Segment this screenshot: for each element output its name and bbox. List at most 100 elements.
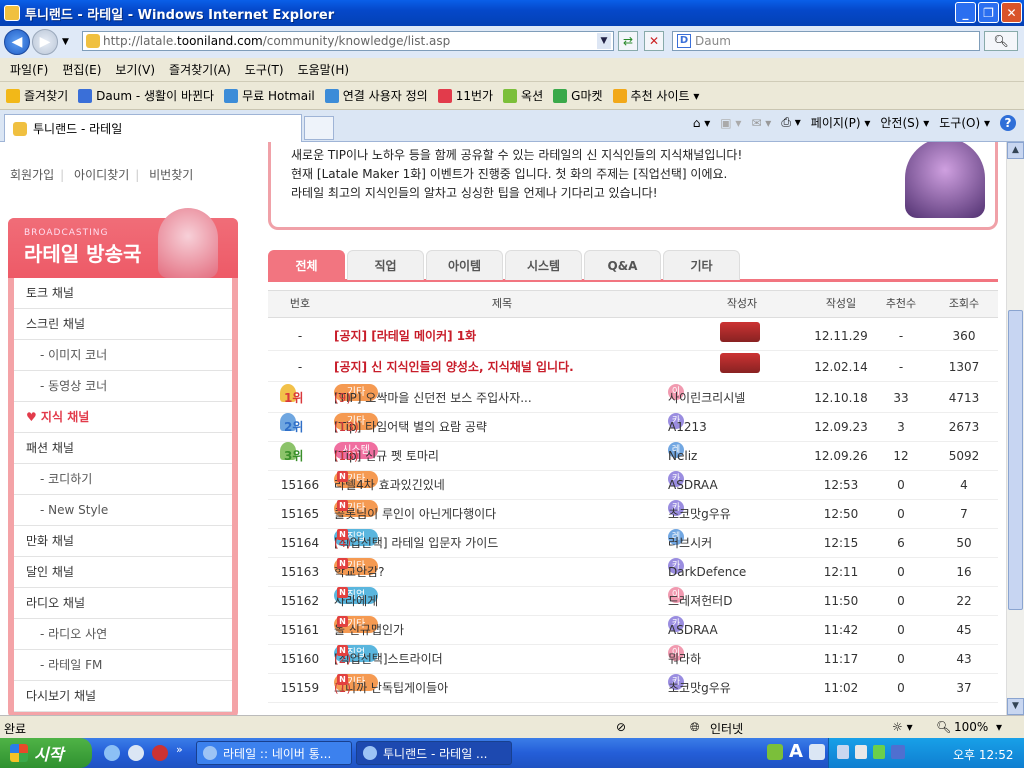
restore-button[interactable]: ❐ bbox=[978, 2, 999, 23]
sidebar-item-video-corner[interactable]: - 동영상 코너 bbox=[14, 371, 232, 402]
sidebar-item-comic[interactable]: 만화 채널 bbox=[14, 526, 232, 557]
zoom-icon[interactable]: 🔍︎ bbox=[936, 720, 951, 734]
fav-custom-links[interactable]: 연결 사용자 정의 bbox=[324, 87, 428, 104]
page-menu[interactable]: 페이지(P) ▾ bbox=[811, 114, 871, 131]
address-input[interactable]: http://latale. tooniland.com/community/kn… bbox=[82, 31, 614, 51]
rss-feed-icon[interactable]: ▣ ▾ bbox=[720, 116, 741, 130]
find-id-link[interactable]: 아이디찾기 bbox=[74, 168, 129, 182]
fav-auction[interactable]: 옥션 bbox=[503, 87, 543, 104]
forward-button[interactable]: ▶ bbox=[32, 29, 58, 55]
find-password-link[interactable]: 비번찾기 bbox=[149, 168, 193, 182]
zoom-dropdown-icon[interactable]: ▾ bbox=[996, 720, 1002, 734]
tab-job[interactable]: 직업 bbox=[347, 250, 424, 280]
notice-title-link[interactable]: [공지] [라테일 메이커] 1화 bbox=[334, 322, 714, 351]
author-name[interactable]: ASDRAA bbox=[668, 471, 718, 500]
sidebar-item-radio-story[interactable]: - 라디오 사연 bbox=[14, 619, 232, 650]
minimize-button[interactable]: _ bbox=[955, 2, 976, 23]
menu-favorites[interactable]: 즐겨찾기(A) bbox=[169, 61, 231, 78]
scroll-up-button[interactable]: ▲ bbox=[1007, 142, 1024, 159]
sidebar-item-image-corner[interactable]: - 이미지 코너 bbox=[14, 340, 232, 371]
scroll-thumb[interactable] bbox=[1008, 310, 1023, 610]
browser-tab-active[interactable]: 투니랜드 - 라테일 bbox=[4, 114, 302, 142]
sidebar-item-talk[interactable]: 토크 채널 bbox=[14, 278, 232, 309]
fav-daum[interactable]: Daum - 생활이 바뀐다 bbox=[78, 87, 214, 104]
quicklaunch-more-icon[interactable]: » bbox=[176, 743, 183, 756]
fav-11st[interactable]: 11번가 bbox=[437, 87, 493, 104]
post-title-link[interactable]: [직업선택] 라테일 입문자 가이드 bbox=[334, 529, 498, 558]
author-name[interactable]: 사이린크리시넬 bbox=[668, 384, 745, 413]
sidebar-item-latale-fm[interactable]: - 라테일 FM bbox=[14, 650, 232, 681]
menu-edit[interactable]: 편집(E) bbox=[62, 61, 101, 78]
favorites-center-button[interactable]: 즐겨찾기 bbox=[6, 87, 68, 104]
author-name[interactable]: Neliz bbox=[668, 442, 697, 471]
quicklaunch-media-icon[interactable] bbox=[128, 745, 144, 761]
taskbar-item-tooniland[interactable]: 투니랜드 - 라테일 ... bbox=[356, 741, 512, 765]
author-name[interactable]: 초코맛g우유 bbox=[668, 674, 731, 703]
menu-tools[interactable]: 도구(T) bbox=[245, 61, 284, 78]
author-name[interactable]: 드레져헌터D bbox=[668, 587, 732, 616]
close-window-button[interactable]: ✕ bbox=[1001, 2, 1022, 23]
menu-view[interactable]: 보기(V) bbox=[115, 61, 155, 78]
menu-help[interactable]: 도움말(H) bbox=[298, 61, 350, 78]
sidebar-item-fashion[interactable]: 패션 채널 bbox=[14, 433, 232, 464]
start-button[interactable]: 시작 bbox=[0, 738, 92, 768]
author-name[interactable]: DarkDefence bbox=[668, 558, 746, 587]
author-name[interactable]: A1213 bbox=[668, 413, 707, 442]
ime-options-icon[interactable] bbox=[809, 744, 825, 760]
address-dropdown-icon[interactable]: ▼ bbox=[597, 33, 611, 49]
sidebar-item-radio[interactable]: 라디오 채널 bbox=[14, 588, 232, 619]
network-icon[interactable] bbox=[837, 745, 849, 759]
new-tab-button[interactable] bbox=[304, 116, 334, 140]
sidebar-item-coordi[interactable]: - 코디하기 bbox=[14, 464, 232, 495]
back-button[interactable]: ◀ bbox=[4, 29, 30, 55]
tools-menu[interactable]: 도구(O) ▾ bbox=[939, 114, 990, 131]
scroll-down-button[interactable]: ▼ bbox=[1007, 698, 1024, 715]
post-title-link[interactable]: 라텔4차 효과있긴있네 bbox=[334, 471, 445, 500]
tab-system[interactable]: 시스템 bbox=[505, 250, 582, 280]
sidebar-item-master[interactable]: 달인 채널 bbox=[14, 557, 232, 588]
fav-gmarket[interactable]: G마켓 bbox=[553, 87, 603, 104]
volume-icon[interactable] bbox=[855, 745, 867, 759]
search-input[interactable]: D Daum bbox=[672, 31, 980, 51]
tray-app-icon[interactable] bbox=[891, 745, 905, 759]
author-name[interactable]: 뭐라하 bbox=[668, 645, 701, 674]
tray-lang-icon[interactable] bbox=[767, 744, 783, 760]
search-button[interactable]: 🔍︎ bbox=[984, 31, 1018, 51]
fav-suggested-sites[interactable]: 추천 사이트 ▾ bbox=[612, 87, 699, 104]
history-dropdown-icon[interactable]: ▼ bbox=[62, 37, 69, 47]
ime-indicator-icon[interactable]: A bbox=[789, 741, 803, 762]
fav-hotmail[interactable]: 무료 Hotmail bbox=[224, 87, 315, 104]
sidebar-item-replay[interactable]: 다시보기 채널 bbox=[14, 681, 232, 712]
refresh-button[interactable]: ⇄ bbox=[618, 31, 638, 51]
signup-link[interactable]: 회원가입 bbox=[10, 168, 54, 182]
post-title-link[interactable]: 콜롯님이 루인이 아닌게다행이다 bbox=[334, 500, 496, 529]
help-icon[interactable]: ? bbox=[1000, 114, 1016, 131]
menu-file[interactable]: 파일(F) bbox=[10, 61, 48, 78]
author-name[interactable]: 러브시커 bbox=[668, 529, 712, 558]
quicklaunch-ie-icon[interactable] bbox=[104, 745, 120, 761]
taskbar-item-naver[interactable]: 라테일 :: 네이버 통... bbox=[196, 741, 352, 765]
stop-button[interactable]: ✕ bbox=[644, 31, 664, 51]
vertical-scrollbar[interactable]: ▲ ▼ bbox=[1006, 142, 1024, 715]
notice-title-link[interactable]: [공지] 신 지식인들의 양성소, 지식채널 입니다. bbox=[334, 353, 714, 382]
post-title-link[interactable]: 그니까 난독팁게이들아 bbox=[334, 674, 448, 703]
tab-item[interactable]: 아이템 bbox=[426, 250, 503, 280]
post-title-link[interactable]: [TIP] 오싹마을 신던전 보스 주입사자... bbox=[334, 384, 532, 413]
tab-qna[interactable]: Q&A bbox=[584, 250, 661, 280]
print-icon[interactable]: ⎙ ▾ bbox=[781, 115, 800, 130]
safety-menu[interactable]: 안전(S) ▾ bbox=[880, 114, 929, 131]
quicklaunch-app-icon[interactable] bbox=[152, 745, 168, 761]
antivirus-icon[interactable] bbox=[873, 745, 885, 759]
tab-all[interactable]: 전체 bbox=[268, 250, 345, 280]
sidebar-item-screen[interactable]: 스크린 채널 bbox=[14, 309, 232, 340]
protected-mode-icon[interactable]: ☼ ▾ bbox=[892, 720, 913, 734]
home-icon[interactable]: ⌂ ▾ bbox=[693, 116, 710, 130]
author-name[interactable]: ASDRAA bbox=[668, 616, 718, 645]
sidebar-item-knowledge[interactable]: ♥ 지식 채널 bbox=[14, 402, 232, 433]
zoom-level[interactable]: 100% bbox=[954, 720, 988, 734]
tab-etc[interactable]: 기타 bbox=[663, 250, 740, 280]
mail-icon[interactable]: ✉ ▾ bbox=[751, 116, 771, 130]
author-name[interactable]: 초코맛g우유 bbox=[668, 500, 731, 529]
popup-blocker-icon[interactable]: ⊘ bbox=[616, 720, 626, 734]
sidebar-item-new-style[interactable]: - New Style bbox=[14, 495, 232, 526]
